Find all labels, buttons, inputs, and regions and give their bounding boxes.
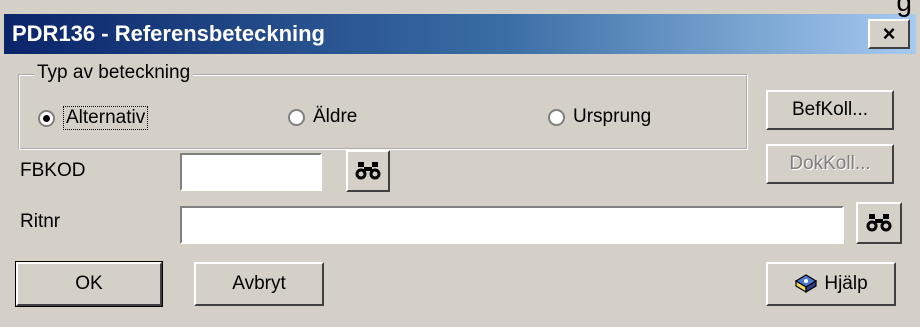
fbkod-search-button[interactable] bbox=[346, 150, 390, 192]
radio-selected-dot bbox=[43, 114, 50, 122]
radio-indicator bbox=[548, 108, 565, 126]
group-legend: Typ av beteckning bbox=[34, 62, 194, 84]
radio-label: Äldre bbox=[313, 106, 358, 127]
radio-aldre[interactable]: Äldre bbox=[288, 106, 357, 128]
window-title: PDR136 - Referensbeteckning bbox=[12, 21, 325, 46]
befkoll-label: BefKoll... bbox=[791, 99, 869, 120]
radio-label: Alternativ bbox=[63, 106, 149, 130]
ok-label: OK bbox=[75, 273, 103, 294]
fbkod-input[interactable] bbox=[180, 153, 322, 191]
radio-indicator bbox=[38, 109, 55, 127]
dialog-window: PDR136 - Referensbeteckning × g Typ av b… bbox=[0, 0, 920, 327]
avbryt-label: Avbryt bbox=[232, 273, 286, 294]
help-book-icon bbox=[794, 273, 818, 295]
radio-label: Ursprung bbox=[573, 106, 652, 127]
help-button[interactable]: Hjälp bbox=[766, 262, 896, 306]
ok-button[interactable]: OK bbox=[15, 261, 163, 307]
ritnr-input[interactable] bbox=[180, 206, 844, 244]
radio-ursprung[interactable]: Ursprung bbox=[548, 106, 651, 128]
radio-indicator bbox=[288, 108, 305, 126]
radio-alternativ[interactable]: Alternativ bbox=[38, 106, 149, 130]
type-groupbox: Typ av beteckning Alternativ Äldre Urspr… bbox=[18, 62, 748, 150]
binoculars-icon bbox=[866, 213, 892, 233]
ritnr-label: Ritnr bbox=[20, 211, 61, 232]
binoculars-icon bbox=[355, 161, 381, 181]
avbryt-button[interactable]: Avbryt bbox=[194, 262, 324, 306]
background-glyph: g bbox=[896, 0, 912, 17]
befkoll-button[interactable]: BefKoll... bbox=[766, 90, 894, 130]
dokkoll-label: DokKoll... bbox=[789, 153, 871, 174]
help-label: Hjälp bbox=[824, 273, 868, 294]
ritnr-search-button[interactable] bbox=[856, 202, 902, 244]
dokkoll-button[interactable]: DokKoll... bbox=[766, 144, 894, 184]
title-bar: PDR136 - Referensbeteckning × bbox=[4, 14, 916, 54]
fbkod-label: FBKOD bbox=[20, 160, 86, 181]
close-button[interactable]: × bbox=[868, 19, 910, 49]
